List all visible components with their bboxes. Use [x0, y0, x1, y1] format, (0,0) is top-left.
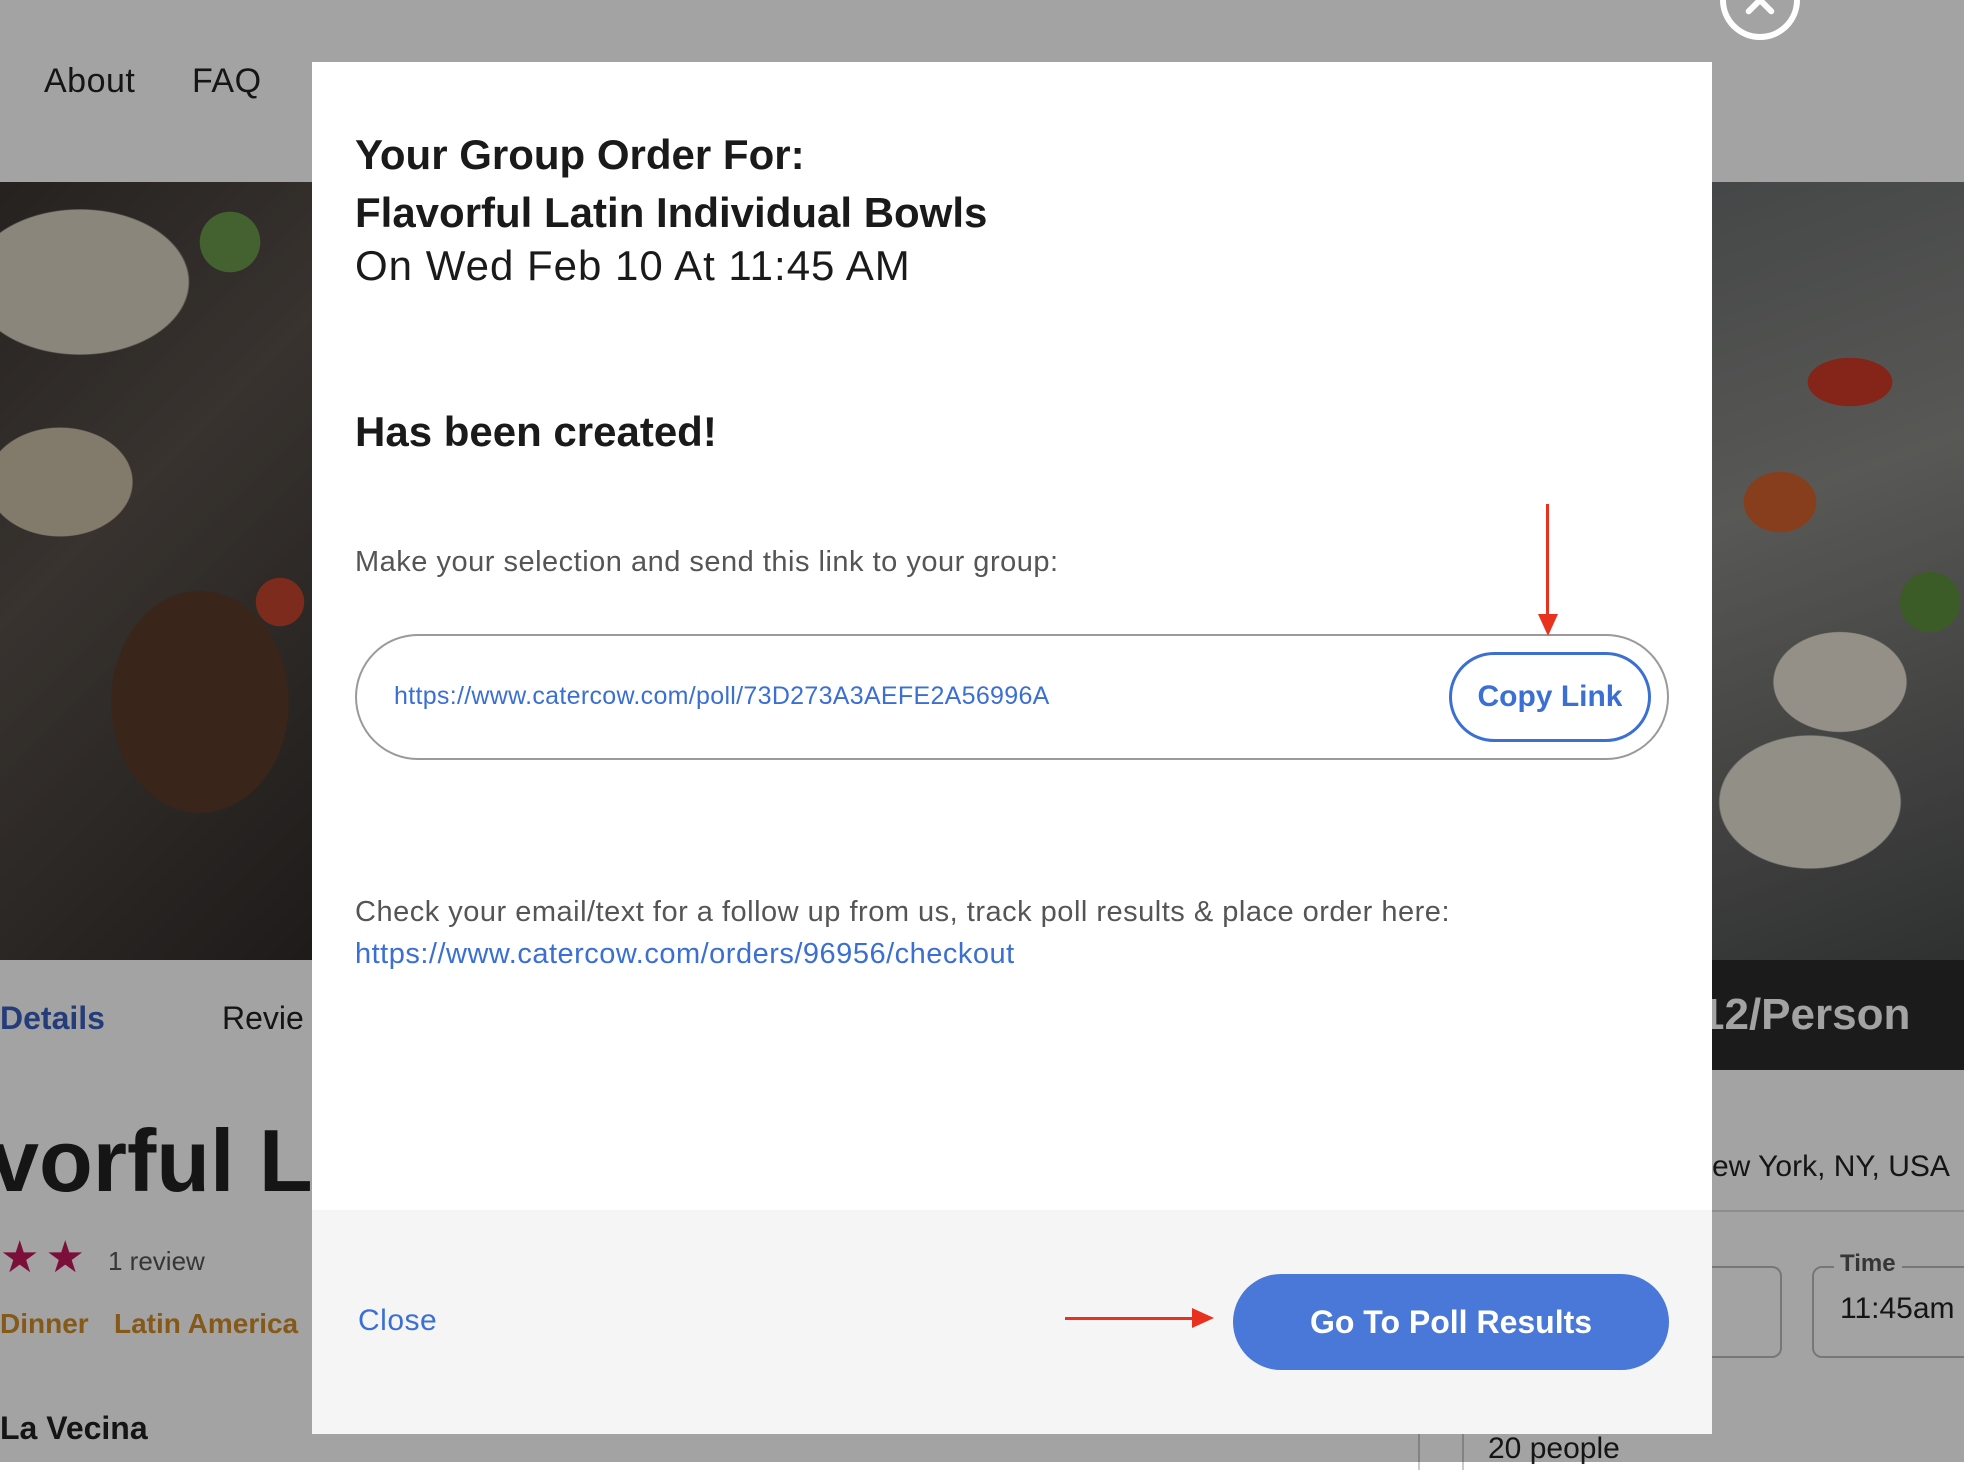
group-order-modal: Your Group Order For: Flavorful Latin In…: [312, 62, 1712, 1434]
checkout-link[interactable]: https://www.catercow.com/orders/96956/ch…: [355, 938, 1015, 971]
annotation-arrow-right: [1065, 1317, 1195, 1320]
go-to-poll-results-button[interactable]: Go To Poll Results: [1233, 1274, 1669, 1370]
created-heading: Has been created!: [355, 408, 717, 455]
annotation-arrow-down-head: [1538, 614, 1558, 636]
modal-title-line2: Flavorful Latin Individual Bowls: [355, 189, 988, 236]
share-instruction: Make your selection and send this link t…: [355, 546, 1059, 578]
annotation-arrow-down: [1546, 504, 1549, 616]
modal-title-line1: Your Group Order For:: [355, 131, 805, 178]
close-button[interactable]: Close: [358, 1304, 437, 1338]
copy-link-button[interactable]: Copy Link: [1449, 652, 1651, 742]
order-date: On Wed Feb 10 At 11:45 AM: [355, 242, 911, 289]
modal-title: Your Group Order For: Flavorful Latin In…: [355, 126, 987, 242]
poll-link-field[interactable]: https://www.catercow.com/poll/73D273A3AE…: [355, 634, 1669, 760]
poll-link-url[interactable]: https://www.catercow.com/poll/73D273A3AE…: [394, 682, 1050, 711]
followup-text: Check your email/text for a follow up fr…: [355, 896, 1450, 928]
annotation-arrow-right-head: [1192, 1308, 1214, 1328]
